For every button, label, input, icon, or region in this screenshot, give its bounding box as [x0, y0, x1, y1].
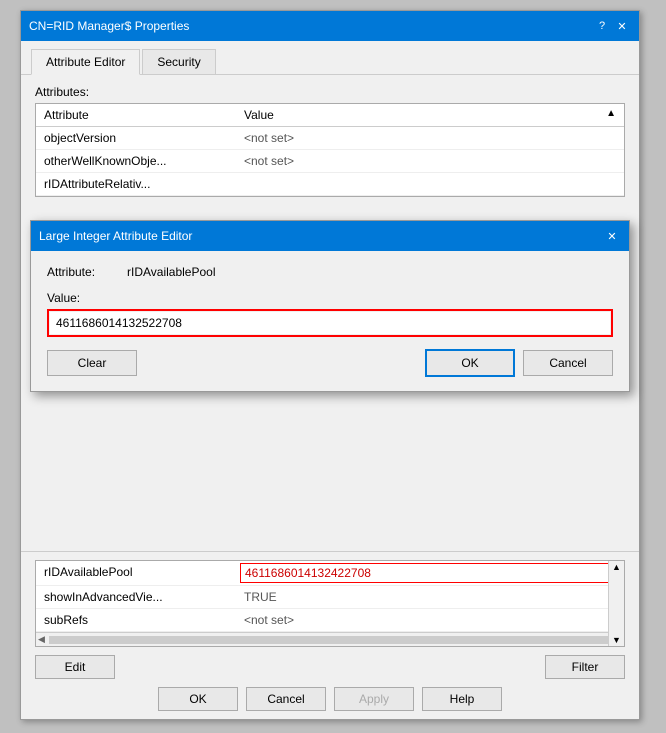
ok-cancel-row: OK Cancel Apply Help: [35, 687, 625, 711]
table-header: Attribute Value ▲: [36, 104, 624, 127]
scroll-up-indicator: ▲: [602, 106, 620, 124]
bg-content: Attributes: Attribute Value ▲ objectVers…: [21, 75, 639, 207]
fg-cancel-button[interactable]: Cancel: [523, 350, 613, 376]
scrollbar-track: [49, 636, 611, 644]
table-row[interactable]: otherWellKnownObje... <not set>: [36, 150, 624, 173]
edit-filter-row: Edit Filter: [35, 655, 625, 679]
bg-window-title: CN=RID Manager$ Properties: [29, 19, 189, 33]
filter-button[interactable]: Filter: [545, 655, 625, 679]
attr-value-cell: <not set>: [240, 611, 620, 629]
fg-input-wrapper: [47, 309, 613, 337]
attr-value-cell: [240, 175, 620, 193]
bg-titlebar: CN=RID Manager$ Properties ? ✕: [21, 11, 639, 41]
scroll-down-btn[interactable]: ▼: [609, 634, 624, 646]
fg-clear-button[interactable]: Clear: [47, 350, 137, 376]
apply-button[interactable]: Apply: [334, 687, 414, 711]
fg-value-label: Value:: [47, 291, 613, 305]
attr-name-cell: otherWellKnownObje...: [40, 152, 240, 170]
attr-name-cell: objectVersion: [40, 129, 240, 147]
horizontal-scrollbar[interactable]: ◀ ▶: [36, 632, 624, 646]
attr-name-cell: subRefs: [40, 611, 240, 629]
attr-name-cell: rIDAvailablePool: [40, 563, 240, 583]
fg-attribute-value: rIDAvailablePool: [127, 265, 216, 279]
attributes-label: Attributes:: [35, 85, 625, 99]
table-row[interactable]: rIDAttributeRelativ...: [36, 173, 624, 196]
fg-value-input[interactable]: [50, 312, 610, 334]
ok-button[interactable]: OK: [158, 687, 238, 711]
edit-button[interactable]: Edit: [35, 655, 115, 679]
table-row[interactable]: showInAdvancedVie... TRUE: [36, 586, 624, 609]
col-header-attribute: Attribute: [40, 106, 240, 124]
tab-attribute-editor[interactable]: Attribute Editor: [31, 49, 140, 75]
fg-close-button[interactable]: ✕: [603, 227, 621, 245]
tab-bar: Attribute Editor Security: [21, 41, 639, 75]
attributes-table-bottom: rIDAvailablePool 4611686014132422708 sho…: [35, 560, 625, 647]
attr-name-cell: showInAdvancedVie...: [40, 588, 240, 606]
attr-value-cell: <not set>: [240, 152, 620, 170]
scrollbar[interactable]: ▲ ▼: [608, 561, 624, 646]
table-row[interactable]: rIDAvailablePool 4611686014132422708: [36, 561, 624, 586]
attr-value-cell: <not set>: [240, 129, 620, 147]
scroll-left-btn[interactable]: ◀: [38, 634, 45, 645]
attr-name-cell: rIDAttributeRelativ...: [40, 175, 240, 193]
attributes-table-top: Attribute Value ▲ objectVersion <not set…: [35, 103, 625, 197]
col-header-value: Value: [240, 106, 602, 124]
scroll-up-btn[interactable]: ▲: [609, 561, 624, 573]
fg-content: Attribute: rIDAvailablePool Value: Clear…: [31, 251, 629, 391]
close-button[interactable]: ✕: [613, 17, 631, 35]
titlebar-buttons: ? ✕: [593, 17, 631, 35]
cancel-button[interactable]: Cancel: [246, 687, 326, 711]
attr-value-cell-highlighted: 4611686014132422708: [240, 563, 620, 583]
bg-bottom: rIDAvailablePool 4611686014132422708 sho…: [21, 551, 639, 719]
fg-dialog-title: Large Integer Attribute Editor: [39, 229, 192, 243]
attr-value-cell: TRUE: [240, 588, 620, 606]
help-button[interactable]: ?: [593, 17, 611, 35]
table-row[interactable]: subRefs <not set>: [36, 609, 624, 632]
fg-ok-button[interactable]: OK: [425, 349, 515, 377]
table-row[interactable]: objectVersion <not set>: [36, 127, 624, 150]
tab-security[interactable]: Security: [142, 49, 215, 74]
fg-buttons-row: Clear OK Cancel: [47, 349, 613, 377]
help-button-2[interactable]: Help: [422, 687, 502, 711]
fg-titlebar: Large Integer Attribute Editor ✕: [31, 221, 629, 251]
fg-attribute-row: Attribute: rIDAvailablePool: [47, 265, 613, 279]
fg-attribute-label: Attribute:: [47, 265, 117, 279]
fg-dialog: Large Integer Attribute Editor ✕ Attribu…: [30, 220, 630, 392]
